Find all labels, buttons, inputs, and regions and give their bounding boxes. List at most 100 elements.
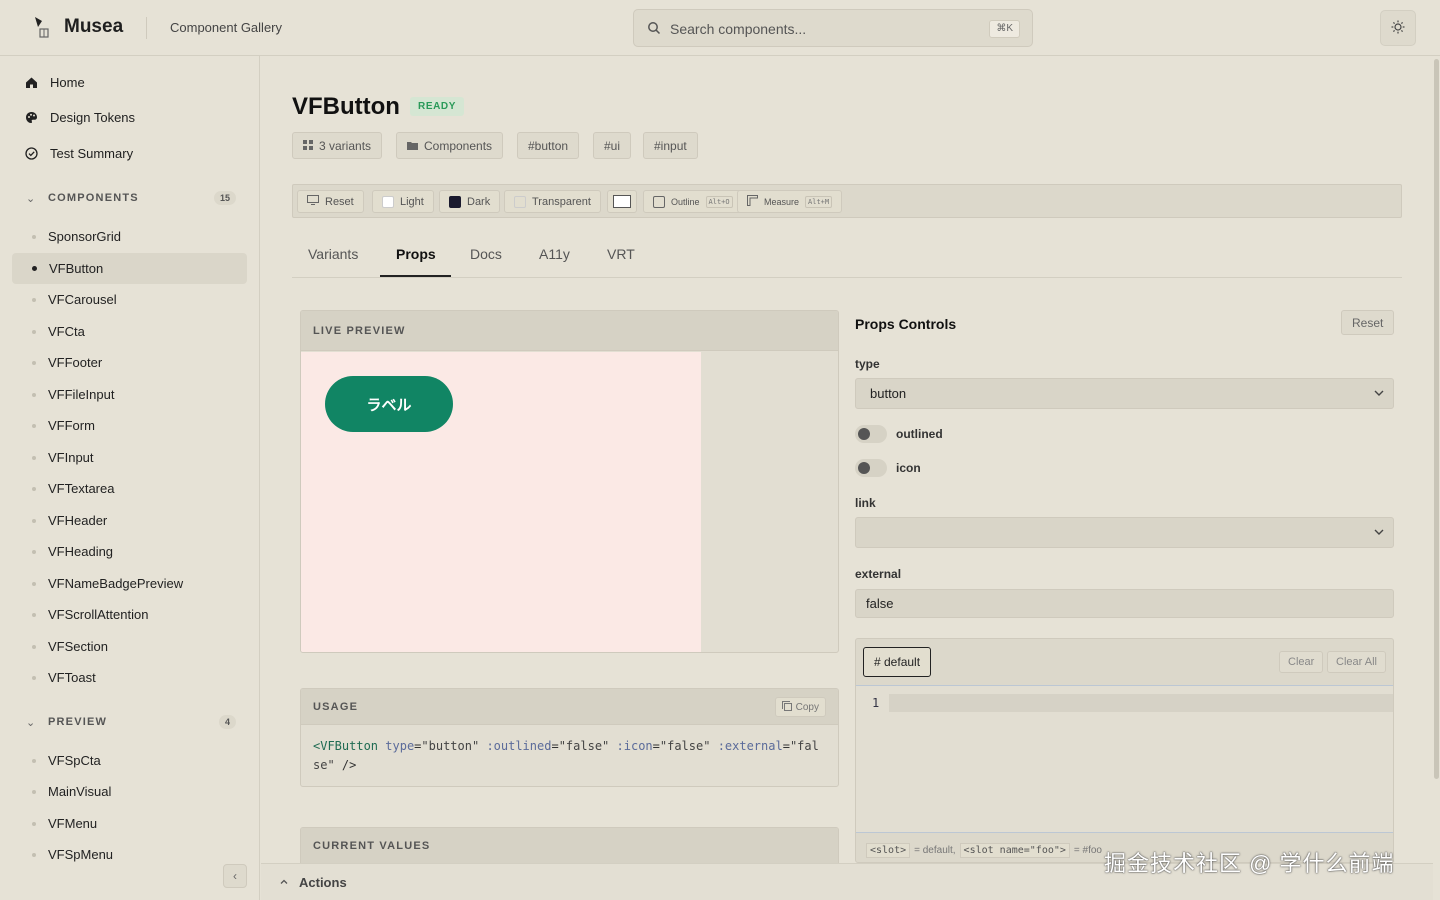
bullet-icon [32,675,36,680]
sidebar-item-label: VFSection [48,639,108,654]
bullet-icon [32,423,36,428]
sidebar-item-vfsection[interactable]: VFSection [12,631,247,662]
external-input-value: false [866,596,894,611]
clear-all-button[interactable]: Clear All [1327,651,1386,673]
actions-label: Actions [299,874,347,890]
clear-button[interactable]: Clear [1279,651,1324,673]
transparent-bg-button[interactable]: Transparent [504,190,601,213]
bullet-icon [32,518,36,523]
toggle-switch[interactable] [855,425,887,443]
sidebar-item-vfcarousel[interactable]: VFCarousel [12,284,247,315]
sidebar-item-vfbutton[interactable]: VFButton [12,253,247,284]
hint-text: = #foo [1073,845,1102,856]
sun-icon [1391,20,1405,37]
sidebar-item-vfcta[interactable]: VFCta [12,316,247,347]
sidebar-item-vftoast[interactable]: VFToast [12,662,247,693]
link-select[interactable] [855,517,1394,548]
slot-code-editor[interactable]: 1 [856,685,1393,833]
watermark: 掘金技术社区 @ 学什么前端 [1104,851,1395,876]
main-content: VFButton READY 3 variants Components #bu… [261,57,1433,877]
tab-vrt[interactable]: VRT [607,246,635,262]
search-placeholder: Search components... [670,21,807,37]
tag-label: #button [528,138,569,153]
search-icon [647,21,661,38]
sidebar-item-label: VFTextarea [48,481,115,496]
reset-props-button[interactable]: Reset [1341,310,1395,335]
usage-title: USAGE [313,700,359,713]
sidebar-item-label: VFFooter [48,355,103,370]
active-line-highlight [889,694,1393,712]
sidebar-item-sponsorgrid[interactable]: SponsorGrid [12,221,247,252]
sidebar-item-vfscrollattention[interactable]: VFScrollAttention [12,599,247,630]
components-section-header[interactable]: ⌄ COMPONENTS 15 [26,191,236,205]
toolbar-label: Light [400,195,424,208]
light-bg-button[interactable]: Light [372,190,434,213]
sidebar-item-label: VFFileInput [48,387,115,402]
tag-label: 3 variants [319,138,372,153]
copy-icon [781,700,792,714]
toggle-switch[interactable] [855,459,887,477]
sidebar-item-label: VFButton [49,261,104,276]
copy-button[interactable]: Copy [774,697,826,717]
sidebar-item-vfinput[interactable]: VFInput [12,442,247,473]
type-select-value: button [870,386,907,401]
sidebar-item-vfnamebadgepreview[interactable]: VFNameBadgePreview [12,568,247,599]
icon-toggle[interactable]: icon [855,459,921,477]
dark-bg-button[interactable]: Dark [439,190,501,213]
slot-tab-default[interactable]: # default [863,647,932,677]
sidebar-item-vfspmenu[interactable]: VFSpMenu [12,839,247,870]
sidebar-item-test-summary[interactable]: Test Summary [24,146,133,161]
code-value: "button" [421,739,480,753]
preview-toolbar: Reset Light Dark Transparent Outline Alt… [292,184,1402,218]
sidebar-item-label: VFNameBadgePreview [48,576,184,591]
sidebar-item-vfheader[interactable]: VFHeader [12,505,247,536]
sidebar-item-vftextarea[interactable]: VFTextarea [12,473,247,504]
home-icon [24,76,38,90]
usage-header: USAGE [301,689,838,725]
ruler-icon [747,195,758,208]
folder-icon [407,139,418,153]
sidebar-item-home[interactable]: Home [24,75,85,90]
musea-logo-icon [32,15,54,39]
live-preview-panel: LIVE PREVIEW ラベル [300,310,839,653]
preview-vfbutton[interactable]: ラベル [325,376,453,432]
scrollbar-thumb[interactable] [1434,59,1439,779]
sidebar-item-mainvisual[interactable]: MainVisual [12,776,247,807]
collapse-sidebar-button[interactable]: ‹ [223,864,247,888]
sidebar-item-label: MainVisual [48,784,112,799]
palette-icon [24,111,38,125]
preview-section-header[interactable]: ⌄ PREVIEW 4 [26,715,236,729]
sidebar-item-vfheading[interactable]: VFHeading [12,536,247,567]
sidebar-item-vfspcta[interactable]: VFSpCta [12,745,247,776]
brand-logo[interactable]: Musea [32,15,123,39]
chevron-down-icon: ⌄ [26,716,36,729]
tab-docs[interactable]: Docs [470,246,502,262]
sidebar-item-vffooter[interactable]: VFFooter [12,347,247,378]
tab-props[interactable]: Props [396,246,436,262]
bullet-icon [32,360,36,365]
search-input[interactable]: Search components... ⌘K [633,9,1033,47]
bullet-icon [32,266,37,271]
status-badge: READY [410,97,465,116]
outline-toggle-button[interactable]: Outline Alt+O [643,190,743,213]
main-scrollbar[interactable] [1433,57,1440,863]
external-label: external [855,567,902,581]
tab-a11y[interactable]: A11y [539,246,570,262]
toggle-knob [858,428,870,440]
reset-view-button[interactable]: Reset [297,190,364,213]
tab-variants[interactable]: Variants [308,246,358,262]
sidebar-item-vffileinput[interactable]: VFFileInput [12,379,247,410]
external-input[interactable]: false [855,589,1394,618]
sidebar-item-vfmenu[interactable]: VFMenu [12,808,247,839]
hint-code: <slot name="foo"> [959,843,1070,858]
dark-swatch-icon [449,195,461,208]
custom-color-button[interactable] [607,190,637,213]
outlined-toggle[interactable]: outlined [855,425,943,443]
measure-toggle-button[interactable]: Measure Alt+M [737,190,843,213]
sidebar-item-design-tokens[interactable]: Design Tokens [24,110,135,125]
type-select[interactable]: button [855,378,1394,409]
components-count-badge: 15 [213,191,236,205]
code-attr: :external [717,739,783,753]
theme-toggle-button[interactable] [1380,10,1416,46]
sidebar-item-vfform[interactable]: VFForm [12,410,247,441]
